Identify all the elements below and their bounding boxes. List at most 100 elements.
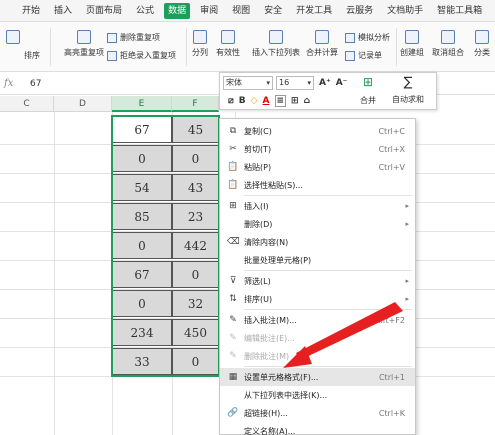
- cell-e1[interactable]: 67: [112, 116, 172, 143]
- tab-page-layout[interactable]: 页面布局: [82, 3, 126, 19]
- insert-dropdown-button[interactable]: 插入下拉列表: [252, 30, 300, 58]
- menu-item-0[interactable]: ⧉ 复制(C) Ctrl+C: [220, 122, 415, 140]
- menu-separator: [244, 309, 412, 310]
- menu-item-2[interactable]: 📋 粘贴(P) Ctrl+V: [220, 158, 415, 176]
- menu-item-13[interactable]: ▦ 设置单元格格式(F)... Ctrl+1: [220, 368, 415, 386]
- menu-item-icon: ✎: [229, 351, 237, 361]
- menu-item-12[interactable]: ✎ 删除批注(M): [220, 347, 415, 365]
- tab-doc-assistant[interactable]: 文档助手: [383, 3, 427, 19]
- font-select[interactable]: 宋体: [223, 76, 273, 90]
- menu-item-1[interactable]: ✂ 剪切(T) Ctrl+X: [220, 140, 415, 158]
- menu-item-icon: ✎: [229, 333, 237, 343]
- cell-e7[interactable]: 0: [112, 290, 172, 317]
- menu-item-11[interactable]: ✎ 编辑批注(E)...: [220, 329, 415, 347]
- record-button[interactable]: 记录单: [345, 50, 382, 61]
- tab-security[interactable]: 安全: [260, 3, 286, 19]
- cell-f5[interactable]: 442: [172, 232, 219, 259]
- sort-button[interactable]: [6, 30, 20, 47]
- simulate-icon: [345, 32, 355, 43]
- simulate-button[interactable]: 模拟分析: [345, 32, 390, 43]
- border-icon[interactable]: ⊞: [291, 96, 299, 106]
- bold-button[interactable]: B: [239, 96, 246, 106]
- validity-button[interactable]: 有效性: [216, 30, 240, 58]
- merge-calc-label: 合并计算: [306, 48, 338, 57]
- align-icon[interactable]: ≡: [274, 95, 287, 107]
- menu-item-label: 清除内容(N): [244, 237, 289, 247]
- highlight-dup-button[interactable]: 高亮重复项: [64, 30, 104, 58]
- split-button[interactable]: 分列: [192, 30, 208, 58]
- merge-calc-icon: [315, 30, 329, 44]
- cell-f9[interactable]: 0: [172, 348, 219, 375]
- cell-e3[interactable]: 54: [112, 174, 172, 201]
- menu-item-shortcut: Ctrl+C: [378, 126, 405, 136]
- col-header-f[interactable]: F: [172, 96, 219, 112]
- validity-label: 有效性: [216, 48, 240, 57]
- menu-item-14[interactable]: 从下拉列表中选择(K)...: [220, 386, 415, 404]
- tab-cloud[interactable]: 云服务: [342, 3, 377, 19]
- menu-item-8[interactable]: ⊽ 筛选(L) ▸: [220, 272, 415, 290]
- cell-e4[interactable]: 85: [112, 203, 172, 230]
- ungroup-button[interactable]: 取消组合: [432, 30, 464, 58]
- menu-item-10[interactable]: ✎ 插入批注(M)... Shift+F2: [220, 311, 415, 329]
- col-header-d[interactable]: D: [54, 96, 112, 112]
- tab-review[interactable]: 审阅: [196, 3, 222, 19]
- cell-f3[interactable]: 43: [172, 174, 219, 201]
- cell-e5[interactable]: 0: [112, 232, 172, 259]
- tab-developer[interactable]: 开发工具: [292, 3, 336, 19]
- merge-button[interactable]: ⊞ 合并: [360, 75, 376, 106]
- font-size-select[interactable]: 16: [276, 76, 314, 90]
- sort-label[interactable]: 排序: [24, 50, 40, 61]
- col-header-e[interactable]: E: [112, 96, 172, 112]
- cell-f1[interactable]: 45: [172, 116, 219, 143]
- menu-item-icon: 📋: [227, 180, 239, 190]
- menu-item-label: 定义名称(A)...: [244, 426, 296, 435]
- tab-insert[interactable]: 插入: [50, 3, 76, 19]
- menu-item-4[interactable]: ⊞ 插入(I) ▸: [220, 197, 415, 215]
- menu-item-7[interactable]: 批量处理单元格(P): [220, 251, 415, 269]
- remove-dup-icon: [107, 32, 117, 43]
- cell-f6[interactable]: 0: [172, 261, 219, 288]
- cell-e2[interactable]: 0: [112, 145, 172, 172]
- menu-item-icon: ✎: [229, 315, 237, 325]
- cell-f2[interactable]: 0: [172, 145, 219, 172]
- menu-item-label: 批量处理单元格(P): [244, 255, 312, 265]
- grow-font-button[interactable]: A⁺: [319, 78, 331, 88]
- reject-dup-button[interactable]: 拒绝录入重复项: [107, 50, 176, 61]
- merge-calc-button[interactable]: 合并计算: [306, 30, 338, 58]
- cell-e9[interactable]: 33: [112, 348, 172, 375]
- tab-view[interactable]: 视图: [228, 3, 254, 19]
- menu-item-shortcut: Ctrl+1: [378, 372, 405, 382]
- col-header-c[interactable]: C: [0, 96, 54, 112]
- insert-dropdown-icon: [269, 30, 283, 44]
- menu-item-15[interactable]: 🔗 超链接(H)... Ctrl+K: [220, 404, 415, 422]
- menu-item-3[interactable]: 📋 选择性粘贴(S)...: [220, 176, 415, 194]
- fill-icon[interactable]: ⧄: [228, 96, 234, 106]
- insert-dropdown-label: 插入下拉列表: [252, 48, 300, 57]
- tab-formula[interactable]: 公式: [132, 3, 158, 19]
- menu-item-16[interactable]: 定义名称(A)...: [220, 422, 415, 435]
- cell-f8[interactable]: 450: [172, 319, 219, 346]
- cell-e6[interactable]: 67: [112, 261, 172, 288]
- cell-f4[interactable]: 23: [172, 203, 219, 230]
- tab-home[interactable]: 开始: [18, 3, 44, 19]
- menu-item-shortcut: Shift+F2: [370, 315, 405, 325]
- autosum-button[interactable]: ∑ 自动求和: [392, 75, 424, 105]
- create-group-button[interactable]: 创建组: [400, 30, 424, 58]
- tab-smart-toolbox[interactable]: 智能工具箱: [433, 3, 486, 19]
- shrink-font-button[interactable]: A⁻: [336, 78, 348, 88]
- menu-item-5[interactable]: 删除(D) ▸: [220, 215, 415, 233]
- tab-data[interactable]: 数据: [164, 2, 191, 19]
- font-color-button[interactable]: A: [263, 96, 270, 106]
- remove-dup-button[interactable]: 删除重复项: [107, 32, 160, 43]
- fill-bucket-icon[interactable]: ⌂: [304, 96, 310, 106]
- cell-f7[interactable]: 32: [172, 290, 219, 317]
- subtotal-button[interactable]: 分类: [474, 30, 490, 58]
- menu-item-shortcut: Ctrl+V: [378, 162, 405, 172]
- menu-item-6[interactable]: ⌫ 清除内容(N): [220, 233, 415, 251]
- fx-icon[interactable]: fx: [4, 78, 18, 89]
- menu-item-icon: 📋: [227, 162, 239, 172]
- highlight-color-icon[interactable]: ◇: [251, 96, 258, 106]
- cell-e8[interactable]: 234: [112, 319, 172, 346]
- formula-input[interactable]: 67: [30, 79, 41, 89]
- menu-item-9[interactable]: ⇅ 排序(U) ▸: [220, 290, 415, 308]
